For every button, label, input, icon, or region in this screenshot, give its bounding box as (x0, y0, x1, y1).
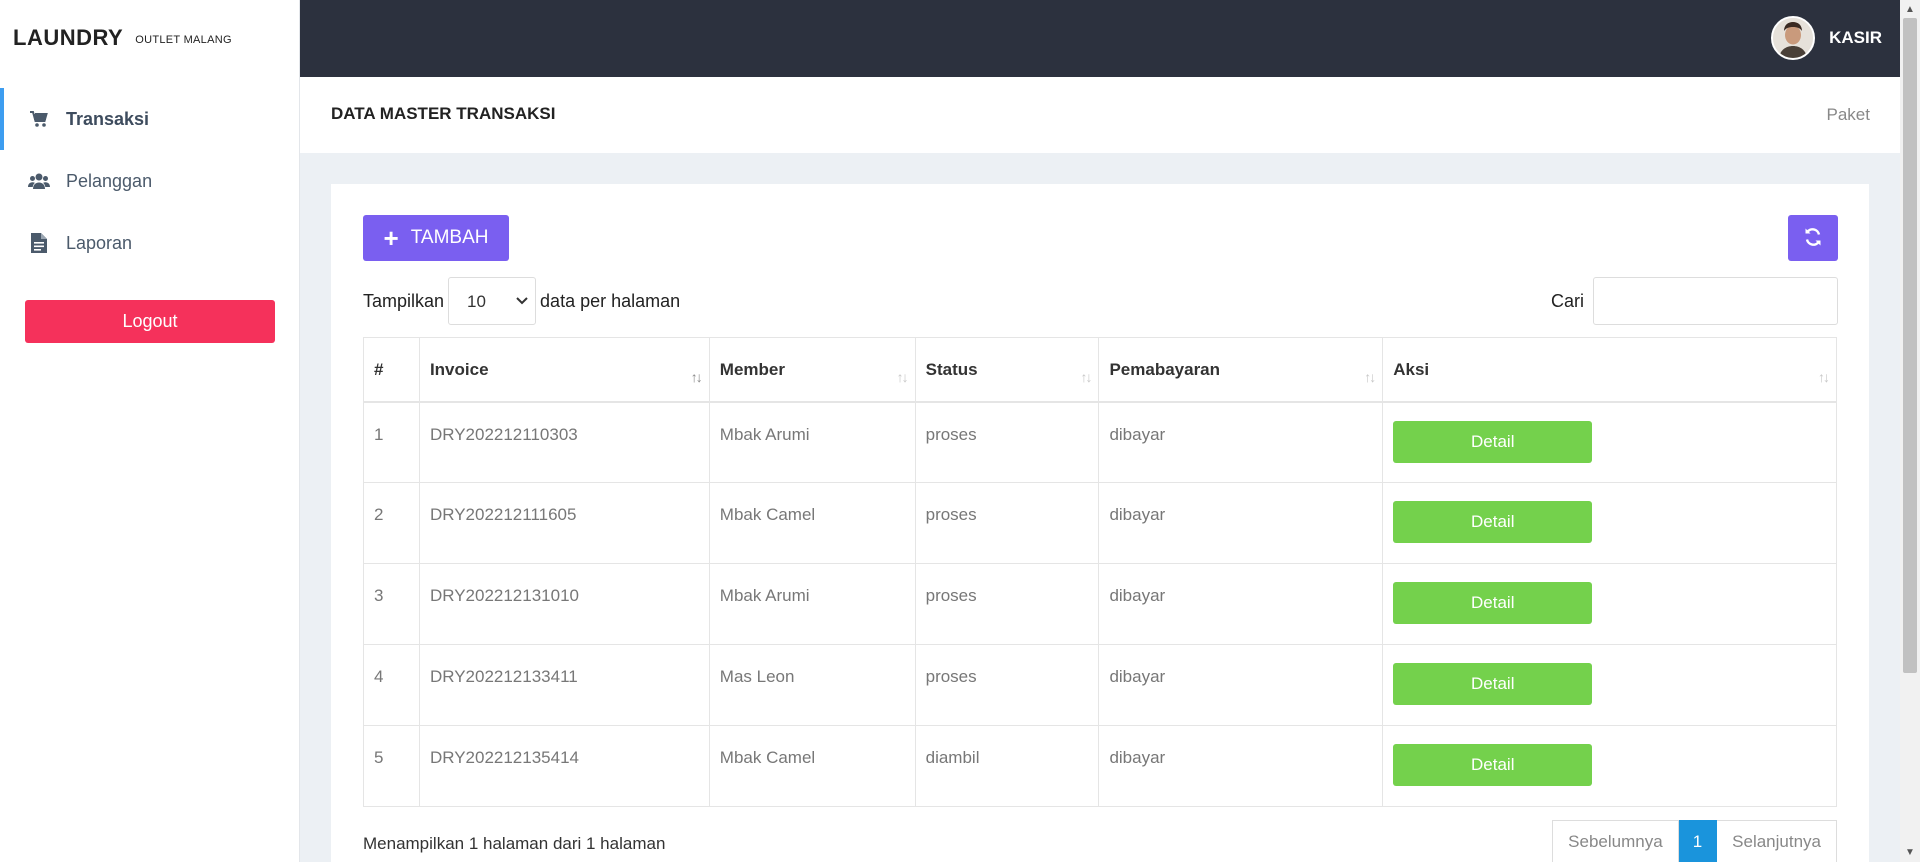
cell-member: Mbak Arumi (708, 401, 916, 483)
brand[interactable]: LAUNDRY OUTLET MALANG (0, 0, 299, 76)
sidebar: LAUNDRY OUTLET MALANG Transaksi Pelangga… (0, 0, 300, 862)
sidebar-item-pelanggan[interactable]: Pelanggan (0, 150, 299, 212)
cell-invoice: DRY202212133411 (418, 644, 710, 726)
brand-title: LAUNDRY (13, 25, 124, 50)
content-card: + TAMBAH Tampilkan 10 data per halaman C… (331, 184, 1869, 862)
length-prefix: Tampilkan (363, 290, 445, 311)
topbar: KASIR (300, 0, 1900, 77)
sort-icon: ↑↓ (896, 368, 909, 385)
detail-button[interactable]: Detail (1393, 582, 1593, 624)
sidebar-item-label: Transaksi (66, 108, 150, 129)
cell-no: 5 (363, 725, 420, 807)
next-page-button[interactable]: Selanjutnya (1717, 820, 1837, 862)
file-icon (28, 232, 50, 254)
cell-status: proses (914, 401, 1100, 483)
user-menu[interactable]: KASIR (1771, 16, 1882, 60)
table-row: 4 DRY202212133411 Mas Leon proses dibaya… (363, 644, 1837, 726)
search-input[interactable] (1593, 277, 1838, 325)
cell-payment: dibayar (1098, 401, 1384, 483)
cell-action: Detail (1382, 482, 1837, 564)
sidebar-item-label: Laporan (66, 232, 133, 253)
cell-status: diambil (914, 725, 1100, 807)
sidebar-nav: Transaksi Pelanggan Laporan (0, 88, 299, 274)
transactions-table: # Invoice ↑↓ Member ↑↓ Status ↑↓ Pemabayara… (363, 337, 1837, 807)
breadcrumb[interactable]: Paket (1827, 105, 1870, 125)
cell-invoice: DRY202212131010 (418, 563, 710, 645)
user-avatar (1771, 16, 1816, 60)
cell-status: proses (914, 644, 1100, 726)
add-button-label: TAMBAH (410, 227, 489, 248)
cell-no: 4 (363, 644, 420, 726)
table-row: 2 DRY202212111605 Mbak Camel proses diba… (363, 482, 1837, 564)
column-header-invoice[interactable]: Invoice ↑↓ (418, 337, 710, 403)
search-control: Cari (1551, 277, 1838, 325)
cell-action: Detail (1382, 644, 1837, 726)
cell-no: 3 (363, 563, 420, 645)
column-header-status[interactable]: Status ↑↓ (914, 337, 1100, 403)
sort-icon: ↑↓ (1818, 368, 1830, 385)
length-suffix: data per halaman (540, 290, 681, 311)
cart-icon (28, 108, 50, 130)
cell-member: Mbak Arumi (708, 563, 916, 645)
cell-status: proses (914, 482, 1100, 564)
column-header-action[interactable]: Aksi ↑↓ (1382, 337, 1837, 403)
sidebar-item-transaksi[interactable]: Transaksi (0, 88, 299, 150)
table-row: 3 DRY202212131010 Mbak Arumi proses diba… (363, 563, 1837, 645)
cell-no: 2 (363, 482, 420, 564)
cell-action: Detail (1382, 725, 1837, 807)
column-header-no[interactable]: # (363, 337, 420, 403)
table-row: 1 DRY202212110303 Mbak Arumi proses diba… (363, 401, 1837, 483)
cell-invoice: DRY202212110303 (418, 401, 710, 483)
search-label: Cari (1550, 290, 1584, 311)
cell-status: proses (914, 563, 1100, 645)
scroll-up-icon[interactable]: ▲ (1905, 4, 1915, 15)
sort-icon: ↑↓ (1080, 368, 1092, 385)
cell-member: Mbak Camel (708, 482, 916, 564)
page-scrollbar[interactable]: ▲ ▼ (1900, 0, 1920, 862)
cell-invoice: DRY202212135414 (418, 725, 710, 807)
sidebar-item-label: Pelanggan (66, 170, 153, 191)
cell-payment: dibayar (1098, 644, 1384, 726)
refresh-icon (1803, 227, 1823, 250)
cell-payment: dibayar (1098, 482, 1384, 564)
plus-icon: + (383, 223, 399, 253)
column-header-member[interactable]: Member ↑↓ (708, 337, 916, 403)
scrollbar-thumb[interactable] (1903, 18, 1917, 673)
scroll-down-icon[interactable]: ▼ (1905, 847, 1915, 858)
detail-button[interactable]: Detail (1393, 501, 1593, 543)
pagination: Sebelumnya 1 Selanjutnya (1552, 820, 1837, 862)
cell-invoice: DRY202212111605 (418, 482, 710, 564)
sort-icon: ↑↓ (690, 368, 703, 385)
detail-button[interactable]: Detail (1393, 663, 1593, 705)
cell-no: 1 (363, 401, 420, 483)
prev-page-button[interactable]: Sebelumnya (1552, 820, 1679, 862)
detail-button[interactable]: Detail (1393, 744, 1593, 786)
cell-action: Detail (1382, 563, 1837, 645)
page-length-control: Tampilkan 10 data per halaman (363, 277, 680, 325)
table-info: Menampilkan 1 halaman dari 1 halaman (363, 834, 666, 853)
brand-subtitle: OUTLET MALANG (135, 34, 232, 46)
cell-member: Mbak Camel (708, 725, 916, 807)
current-page-button[interactable]: 1 (1678, 820, 1718, 862)
page-title: DATA MASTER TRANSAKSI (331, 104, 556, 123)
users-icon (28, 170, 50, 192)
cell-payment: dibayar (1098, 725, 1384, 807)
sidebar-item-laporan[interactable]: Laporan (0, 212, 299, 274)
user-name: KASIR (1829, 28, 1882, 47)
add-button[interactable]: + TAMBAH (363, 215, 509, 261)
cell-payment: dibayar (1098, 563, 1384, 645)
refresh-button[interactable] (1788, 215, 1838, 261)
logout-button[interactable]: Logout (25, 300, 275, 343)
table-row: 5 DRY202212135414 Mbak Camel diambil dib… (363, 725, 1837, 807)
cell-member: Mas Leon (708, 644, 916, 726)
detail-button[interactable]: Detail (1393, 420, 1593, 463)
page-length-select[interactable]: 10 (448, 277, 537, 325)
table-header-row: # Invoice ↑↓ Member ↑↓ Status ↑↓ Pemabayara… (363, 337, 1837, 403)
column-header-payment[interactable]: Pemabayaran ↑↓ (1098, 337, 1384, 403)
cell-action: Detail (1382, 401, 1837, 483)
page-header: DATA MASTER TRANSAKSI Paket (300, 77, 1900, 153)
sort-icon: ↑↓ (1364, 368, 1376, 385)
